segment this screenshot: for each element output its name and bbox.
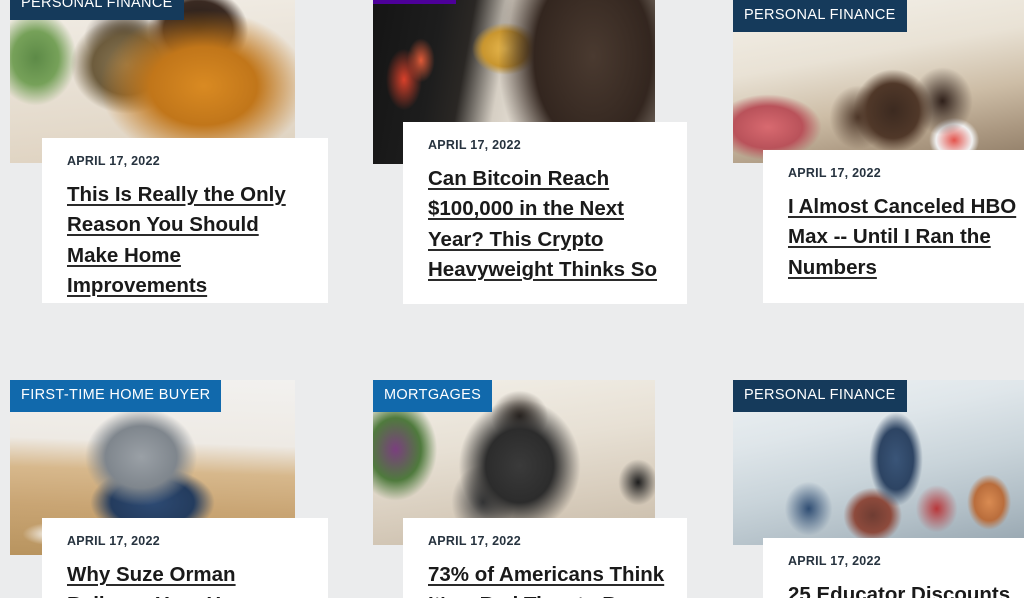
article-date: APRIL 17, 2022 bbox=[67, 534, 160, 548]
article-card[interactable]: BITCOIN APRIL 17, 2022 Can Bitcoin Reach… bbox=[373, 0, 687, 304]
article-date: APRIL 17, 2022 bbox=[788, 166, 881, 180]
article-card-body: APRIL 17, 2022 This Is Really the Only R… bbox=[42, 138, 328, 303]
category-tag[interactable]: PERSONAL FINANCE bbox=[733, 380, 907, 412]
article-title-link[interactable]: 73% of Americans Think It's a Bad Time t… bbox=[428, 563, 664, 598]
article-title-link[interactable]: This Is Really the Only Reason You Shoul… bbox=[67, 183, 286, 297]
article-card[interactable]: PERSONAL FINANCE APRIL 17, 2022 I Almost… bbox=[733, 0, 1024, 303]
article-date: APRIL 17, 2022 bbox=[428, 138, 521, 152]
article-card[interactable]: PERSONAL FINANCE APRIL 17, 2022 This Is … bbox=[10, 0, 328, 303]
article-card-body: APRIL 17, 2022 73% of Americans Think It… bbox=[403, 518, 687, 598]
category-tag[interactable]: MORTGAGES bbox=[373, 380, 493, 412]
article-card[interactable]: FIRST-TIME HOME BUYER APRIL 17, 2022 Why… bbox=[10, 380, 328, 598]
article-title-link[interactable]: Can Bitcoin Reach $100,000 in the Next Y… bbox=[428, 167, 657, 281]
article-title-link[interactable]: Why Suze Orman Believes Your Home Costs … bbox=[67, 563, 263, 598]
article-date: APRIL 17, 2022 bbox=[67, 154, 160, 168]
article-date: APRIL 17, 2022 bbox=[428, 534, 521, 548]
category-tag[interactable]: PERSONAL FINANCE bbox=[10, 0, 184, 20]
article-card-body: APRIL 17, 2022 Can Bitcoin Reach $100,00… bbox=[403, 122, 687, 304]
article-card-body: APRIL 17, 2022 Why Suze Orman Believes Y… bbox=[42, 518, 328, 598]
article-card[interactable]: PERSONAL FINANCE APRIL 17, 2022 25 Educa… bbox=[733, 380, 1024, 598]
category-tag[interactable]: BITCOIN bbox=[373, 0, 457, 4]
article-grid-page: PERSONAL FINANCE APRIL 17, 2022 This Is … bbox=[0, 0, 1024, 598]
article-card-body: APRIL 17, 2022 25 Educator Discounts for bbox=[763, 538, 1024, 598]
category-tag[interactable]: FIRST-TIME HOME BUYER bbox=[10, 380, 222, 412]
article-card-body: APRIL 17, 2022 I Almost Canceled HBO Max… bbox=[763, 150, 1024, 303]
category-tag[interactable]: PERSONAL FINANCE bbox=[733, 0, 907, 32]
article-card[interactable]: MORTGAGES APRIL 17, 2022 73% of American… bbox=[373, 380, 687, 598]
article-title-link[interactable]: I Almost Canceled HBO Max -- Until I Ran… bbox=[788, 195, 1016, 279]
article-title-link[interactable]: 25 Educator Discounts for bbox=[788, 583, 1010, 598]
article-date: APRIL 17, 2022 bbox=[788, 554, 881, 568]
